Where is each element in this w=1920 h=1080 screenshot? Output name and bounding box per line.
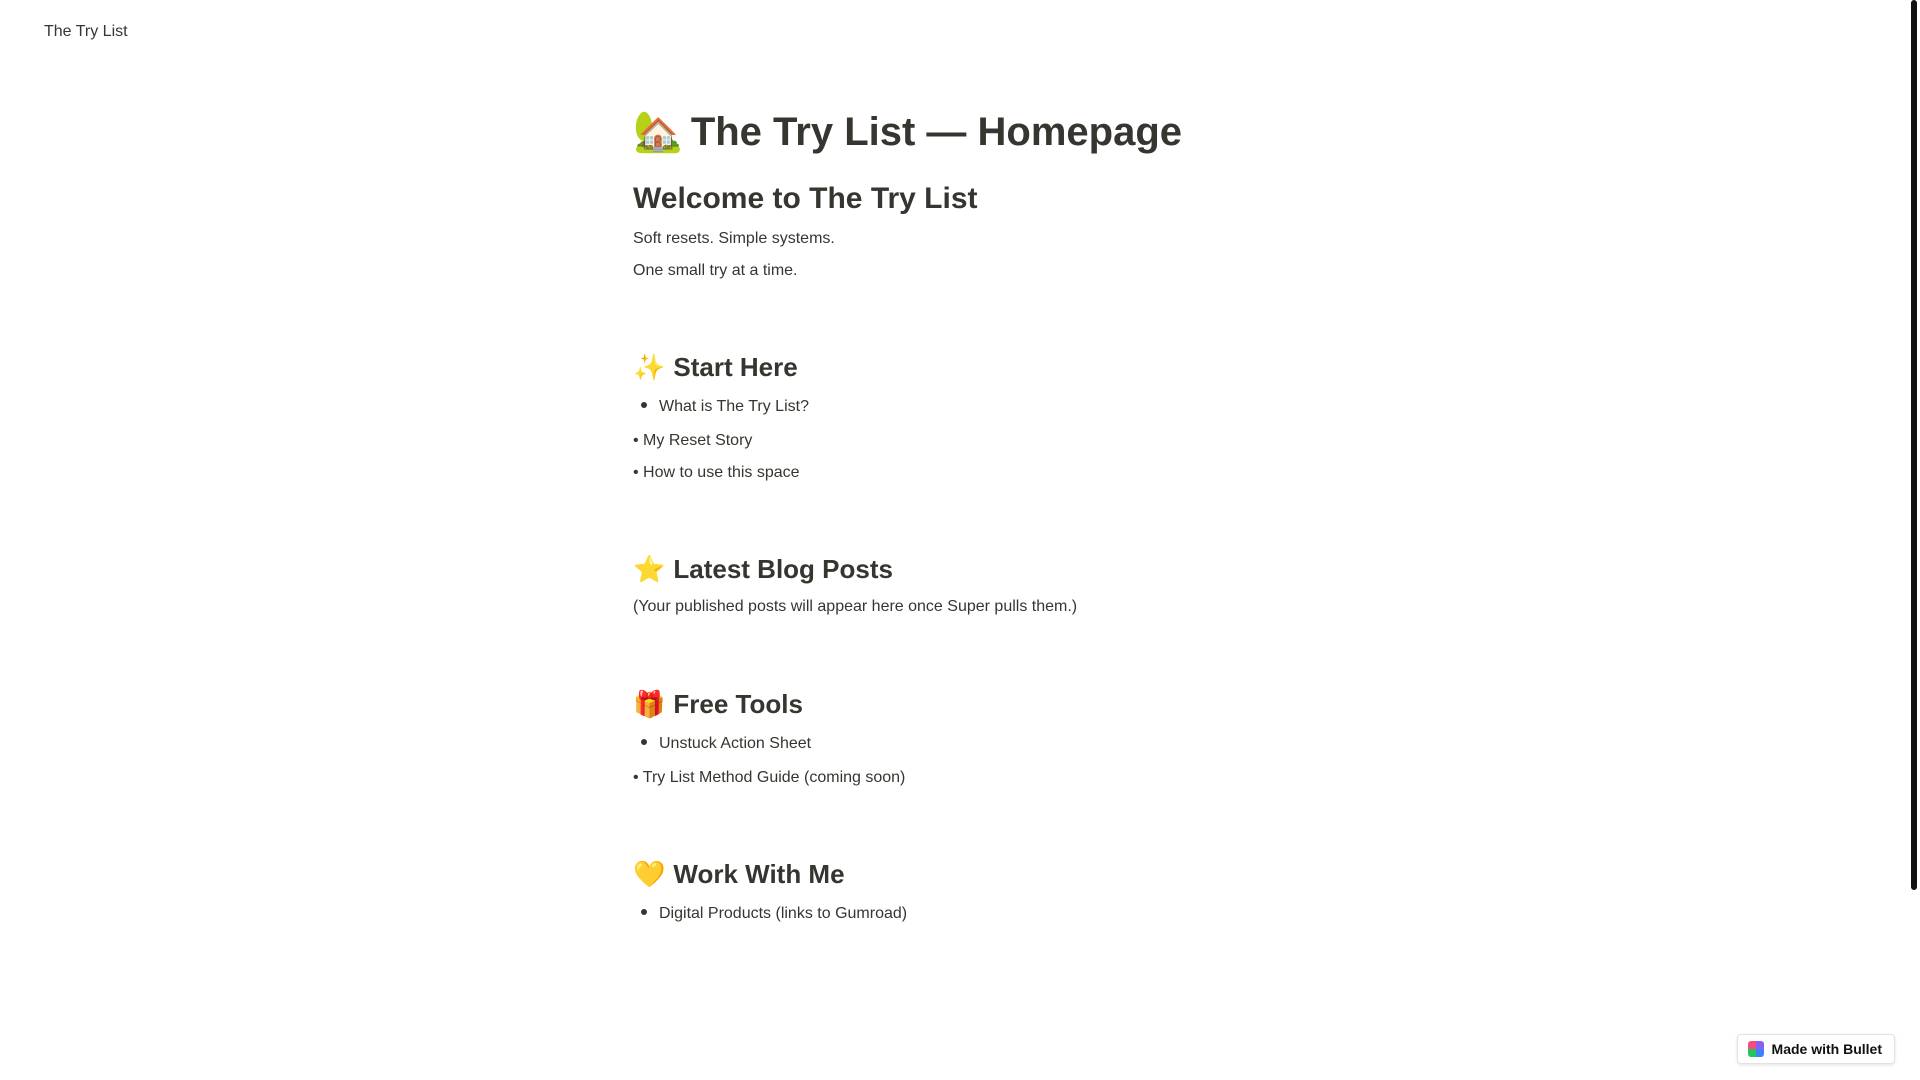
work-with-me-heading: 💛 Work With Me [633, 854, 845, 894]
page-title-text: The Try List — Homepage [690, 110, 1183, 154]
scrollbar-thumb[interactable] [1911, 0, 1917, 890]
latest-blog-posts-heading-text: Latest Blog Posts [673, 554, 893, 584]
bullet-dot-icon [641, 401, 647, 408]
list-item-my-reset-story[interactable]: • My Reset Story [633, 429, 752, 453]
start-here-heading: ✨ Start Here [633, 347, 798, 387]
star-icon: ⭐ [633, 554, 666, 584]
house-icon: 🏡 [633, 110, 683, 154]
vertical-scrollbar[interactable] [1906, 0, 1920, 1080]
welcome-heading: Welcome to The Try List [633, 182, 978, 215]
list-item[interactable]: What is The Try List? [633, 395, 809, 419]
latest-blog-posts-heading: ⭐ Latest Blog Posts [633, 549, 893, 589]
bullet-dot-icon [641, 908, 647, 915]
sparkles-icon: ✨ [633, 352, 666, 382]
bullet-dot-icon [641, 738, 647, 745]
made-with-bullet-badge[interactable]: Made with Bullet [1736, 1034, 1895, 1064]
list-item[interactable]: Unstuck Action Sheet [633, 732, 811, 756]
tagline-line-1: Soft resets. Simple systems. [633, 230, 835, 247]
page-title: 🏡 The Try List — Homepage [633, 100, 1353, 164]
main-content: 🏡 The Try List — Homepage Welcome to The … [633, 100, 1353, 922]
list-item-label: What is The Try List? [659, 398, 809, 415]
tagline-line-2: One small try at a time. [633, 262, 798, 279]
page-viewport: The Try List 🏡 The Try List — Homepage We… [0, 0, 1920, 1080]
blog-placeholder-text: (Your published posts will appear here o… [633, 598, 1078, 615]
list-item-label: Digital Products (links to Gumroad) [659, 905, 908, 922]
bullet-logo-icon [1747, 1041, 1764, 1057]
gift-icon: 🎁 [633, 689, 666, 719]
work-with-me-heading-text: Work With Me [673, 859, 845, 889]
made-with-bullet-label: Made with Bullet [1771, 1041, 1882, 1057]
list-item-how-to-use[interactable]: • How to use this space [633, 461, 800, 485]
free-tools-heading-text: Free Tools [673, 689, 803, 719]
site-name-link[interactable]: The Try List [44, 20, 128, 44]
list-item-label: Unstuck Action Sheet [659, 735, 812, 752]
list-item[interactable]: Digital Products (links to Gumroad) [633, 902, 907, 926]
list-item-method-guide[interactable]: • Try List Method Guide (coming soon) [633, 766, 905, 790]
free-tools-heading: 🎁 Free Tools [633, 684, 803, 724]
start-here-heading-text: Start Here [673, 352, 798, 382]
yellow-heart-icon: 💛 [633, 859, 666, 889]
